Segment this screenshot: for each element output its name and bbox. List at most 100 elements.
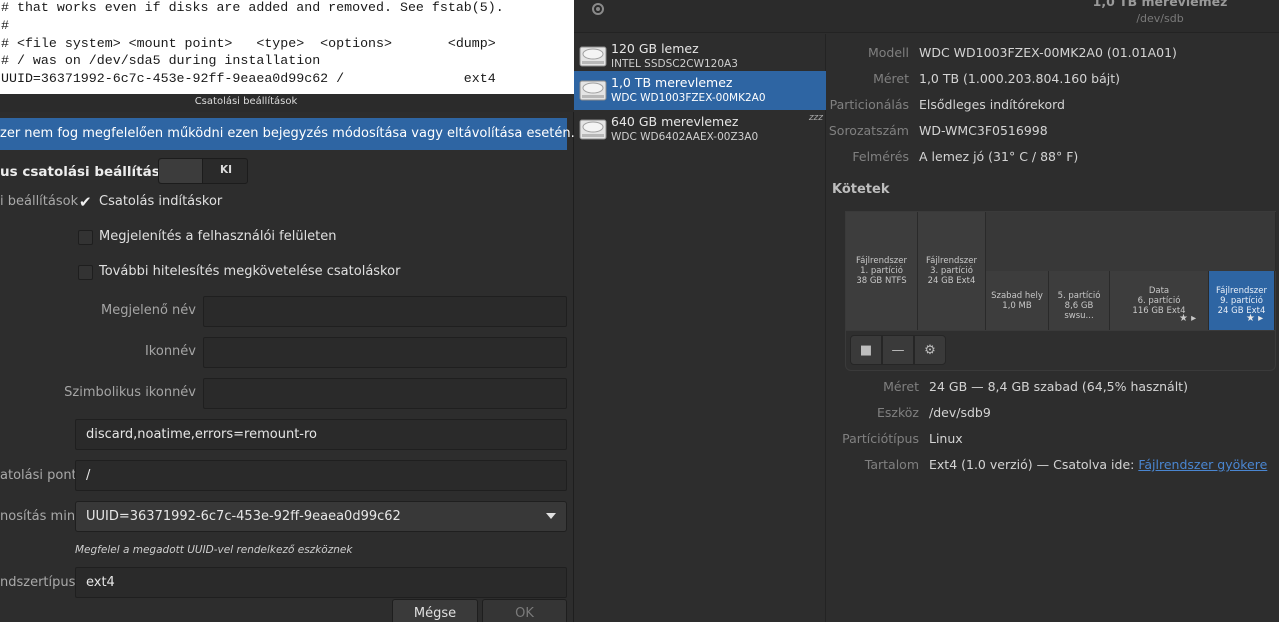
filesystem-type-field[interactable]	[75, 567, 567, 598]
stop-icon: ■	[859, 342, 873, 358]
volume-label: 5. partíció	[1057, 291, 1101, 301]
mount-options-dialog: Csatolási beállítások zer nem fog megfel…	[0, 94, 575, 622]
disk-name: 1,0 TB merevlemez	[611, 75, 733, 90]
terminal-line: # that works even if disks are added and…	[1, 0, 504, 15]
display-name-field[interactable]	[203, 296, 567, 327]
volume-partition-6[interactable]: Data 6. partíció 116 GB Ext4 ★ ▸	[1110, 271, 1209, 330]
volume-label: 6. partíció	[1137, 296, 1181, 306]
vol-value-partition-type: Linux	[929, 431, 963, 446]
terminal-line: # <file system> <mount point> <type> <op…	[1, 35, 496, 51]
terminal-line: #	[1, 17, 9, 33]
hard-disk-icon	[579, 46, 607, 67]
volume-map: Fájlrendszer 1. partíció 38 GB NTFS Fájl…	[845, 211, 1276, 331]
prop-label-partitioning: Particionálás	[829, 97, 909, 112]
contents-text: Ext4 (1.0 verzió) — Csatolva ide:	[929, 457, 1139, 472]
prop-value-model: WDC WD1003FZEX-00MK2A0 (01.01A01)	[919, 45, 1177, 60]
vol-value-contents: Ext4 (1.0 verzió) — Csatolva ide: Fájlre…	[929, 457, 1267, 472]
warning-infobar: zer nem fog megfelelően működni ezen bej…	[0, 118, 575, 150]
hard-disk-icon	[579, 80, 607, 101]
volume-label: 24 GB Ext4	[927, 276, 976, 286]
warning-text: zer nem fog megfelelően működni ezen bej…	[0, 126, 575, 141]
volume-toolbar: ■ — ⚙	[845, 331, 1276, 371]
identify-as-dropdown[interactable]: UUID=36371992-6c7c-453e-92ff-9eaea0d99c6…	[75, 501, 567, 532]
sleep-icon: zzz	[808, 113, 823, 123]
switch-state-text: KI	[219, 164, 233, 176]
auto-mount-options-switch[interactable]: KI	[158, 158, 248, 184]
symbolic-icon-name-input[interactable]	[204, 379, 566, 408]
cancel-button[interactable]: Mégse	[392, 599, 478, 622]
volume-label: 38 GB NTFS	[856, 276, 907, 286]
volume-label: Szabad hely	[991, 291, 1043, 301]
volume-partition-3[interactable]: Fájlrendszer 3. partíció 24 GB Ext4	[918, 212, 986, 330]
symbolic-icon-name-label: Szimbolikus ikonnév	[64, 385, 196, 400]
checkbox-label: Megjelenítés a felhasználói felületen	[99, 229, 337, 244]
chevron-down-icon	[546, 513, 556, 519]
mount-options-label: i beállítások	[0, 194, 79, 209]
prop-value-partitioning: Elsődleges indítórekord	[919, 97, 1065, 112]
icon-name-field[interactable]	[203, 337, 567, 368]
volumes-heading: Kötetek	[832, 182, 890, 197]
volume-label: 3. partíció	[930, 266, 973, 276]
checkbox-unchecked[interactable]	[78, 265, 93, 280]
terminal-line: # / was on /dev/sda5 during installation	[1, 53, 321, 69]
delete-partition-button[interactable]: —	[882, 335, 914, 365]
switch-knob[interactable]	[159, 159, 203, 183]
terminal-line: UUID=36371992-6c7c-453e-92ff-9eaea0d99c6…	[1, 71, 496, 87]
volume-label: Fájlrendszer	[856, 256, 907, 266]
mount-options-input[interactable]	[76, 420, 566, 449]
window-subtitle: /dev/sdb	[1136, 12, 1184, 25]
volume-label: 1,0 MB	[1002, 301, 1032, 311]
volume-label: 8,6 GB swsu...	[1064, 301, 1094, 321]
disk-list: 120 GB lemez INTEL SSDSC2CW120A3 1,0 TB …	[574, 34, 826, 622]
volume-label: Fájlrendszer	[1216, 286, 1267, 296]
gear-icon: ⚙	[924, 342, 936, 358]
disk-name: 120 GB lemez	[611, 41, 699, 56]
extended-partition-container[interactable]	[986, 212, 1276, 271]
mount-point-link[interactable]: Fájlrendszer gyökere	[1138, 457, 1267, 472]
volume-label: 24 GB Ext4	[1217, 306, 1266, 316]
dialog-title: Csatolási beállítások	[194, 96, 298, 107]
display-name-label: Megjelenő név	[101, 303, 196, 318]
disk-model: INTEL SSDSC2CW120A3	[611, 58, 738, 70]
ok-button[interactable]: OK	[482, 599, 567, 622]
disk-model: WDC WD6402AAEX-00Z3A0	[611, 131, 759, 143]
volume-partition-5[interactable]: 5. partíció 8,6 GB swsu...	[1049, 271, 1110, 330]
volume-label: 1. partíció	[860, 266, 903, 276]
identify-hint: Megfelel a megadott UUID-vel rendelkező …	[75, 544, 353, 556]
volume-partition-9-selected[interactable]: Fájlrendszer 9. partíció 24 GB Ext4 ★ ▸	[1209, 271, 1275, 330]
prop-value-size: 1,0 TB (1.000.203.804.160 bájt)	[919, 71, 1121, 86]
vol-label-device: Eszköz	[877, 405, 919, 420]
disk-list-item[interactable]: 640 GB merevlemez WDC WD6402AAEX-00Z3A0 …	[574, 110, 826, 149]
mount-options-field[interactable]	[75, 419, 567, 450]
prop-label-model: Modell	[867, 45, 909, 60]
disk-model: WDC WD1003FZEX-00MK2A0	[611, 92, 766, 104]
display-name-input[interactable]	[204, 297, 566, 326]
checkbox-label: További hitelesítés megkövetelése csatol…	[99, 264, 401, 279]
volume-free-space[interactable]: Szabad hely 1,0 MB	[986, 271, 1049, 330]
volume-partition-1[interactable]: Fájlrendszer 1. partíció 38 GB NTFS	[846, 212, 918, 330]
dialog-titlebar[interactable]: Csatolási beállítások	[0, 94, 574, 112]
terminal-window[interactable]: # that works even if disks are added and…	[0, 0, 574, 94]
mount-point-field[interactable]	[75, 460, 567, 491]
hard-disk-icon	[579, 119, 607, 140]
checkbox-unchecked[interactable]	[78, 230, 93, 245]
identify-as-value: UUID=36371992-6c7c-453e-92ff-9eaea0d99c6…	[86, 509, 401, 524]
icon-name-input[interactable]	[204, 338, 566, 367]
unmount-button[interactable]: ■	[850, 335, 882, 365]
power-icon[interactable]	[592, 3, 604, 15]
volume-label: Fájlrendszer	[926, 256, 977, 266]
prop-value-serial: WD-WMC3F0516998	[919, 123, 1048, 138]
mount-point-label: atolási pont	[0, 468, 77, 483]
filesystem-type-input[interactable]	[76, 568, 566, 597]
more-actions-button[interactable]: ⚙	[914, 335, 946, 365]
vol-label-partition-type: Partíciótípus	[842, 431, 919, 446]
checkbox-checked[interactable]	[78, 193, 93, 211]
prop-value-assessment: A lemez jó (31° C / 88° F)	[919, 149, 1079, 164]
disk-list-item-selected[interactable]: 1,0 TB merevlemez WDC WD1003FZEX-00MK2A0	[574, 71, 826, 110]
mount-point-input[interactable]	[76, 461, 566, 490]
vol-label-size: Méret	[883, 379, 919, 394]
prop-label-size: Méret	[873, 71, 909, 86]
vol-value-device: /dev/sdb9	[929, 405, 991, 420]
minus-icon: —	[891, 342, 905, 358]
symbolic-icon-name-field[interactable]	[203, 378, 567, 409]
